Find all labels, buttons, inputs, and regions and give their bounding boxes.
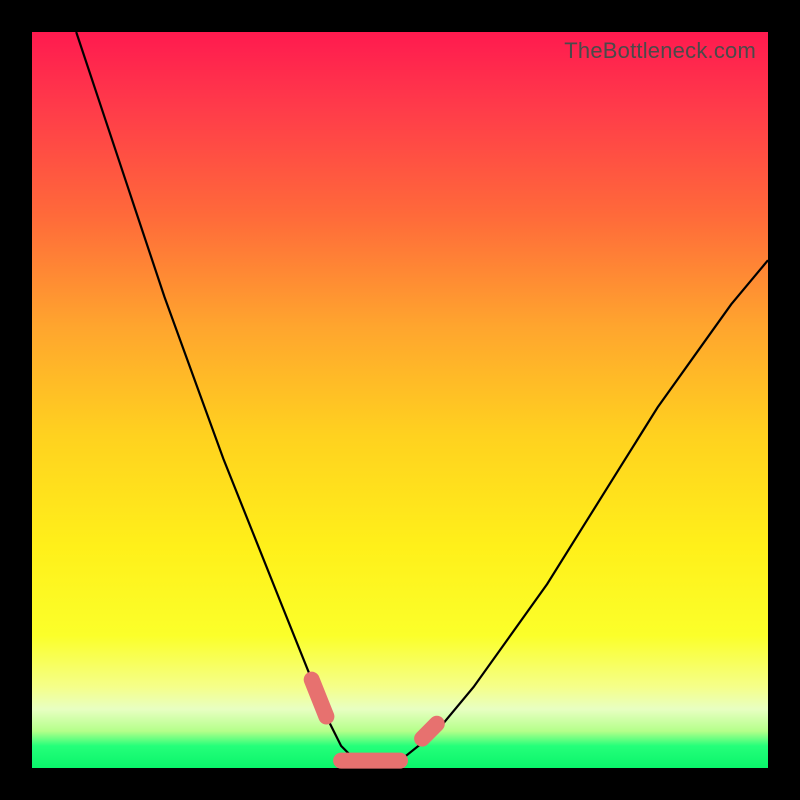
- highlight-markers: [312, 680, 437, 761]
- highlight-segment: [312, 680, 327, 717]
- curve-svg: [32, 32, 768, 768]
- chart-frame: TheBottleneck.com: [0, 0, 800, 800]
- bottleneck-curve: [76, 32, 768, 768]
- highlight-segment: [422, 724, 437, 739]
- plot-area: TheBottleneck.com: [32, 32, 768, 768]
